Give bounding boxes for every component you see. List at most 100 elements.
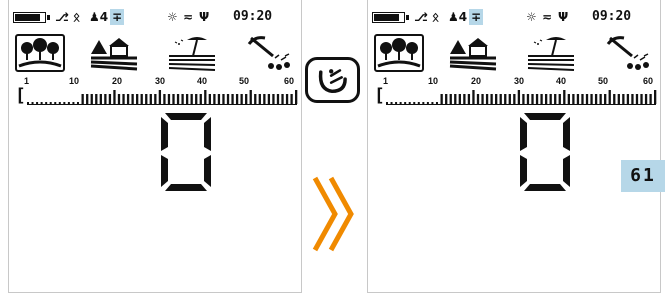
scale-segment: [504, 94, 507, 104]
scale-segment: [599, 94, 602, 104]
scale-segment: [445, 94, 448, 104]
scale-segment: [176, 94, 180, 104]
scale-segment: [399, 102, 402, 104]
target-id-badge: 61: [621, 160, 665, 192]
scale-segment: [263, 94, 266, 104]
scale-segment: [413, 102, 416, 104]
mode-row: [368, 34, 660, 74]
mode-row: [9, 34, 301, 74]
scale-baseline: [27, 104, 297, 105]
scale-segment: [395, 102, 398, 104]
scale-segment: [281, 94, 284, 104]
battery-icon: [372, 12, 409, 23]
scale-segment: [290, 94, 293, 104]
scale-segment: [126, 94, 130, 104]
scale-segment: [490, 94, 493, 104]
person-count: 4: [99, 10, 109, 24]
scale-segment: [27, 102, 29, 104]
scale-segment: [613, 94, 616, 104]
scale-segment: [86, 94, 89, 104]
scale-segment: [235, 94, 239, 104]
scale-segment: [245, 94, 248, 104]
depth-digit: [161, 113, 211, 191]
scale-segment: [40, 102, 43, 104]
scale-segment: [72, 102, 75, 104]
scale-segment: [208, 94, 211, 104]
scale-segment: [76, 102, 79, 104]
scale-segment: [276, 94, 280, 104]
screen-before: ⎇ ᛟ ♟4 ∓ ☼ ≂ Ψ 09:20 1 10 20 30 40 50 60…: [8, 0, 302, 293]
depth-digit: [520, 113, 570, 191]
scale-segment: [199, 94, 202, 104]
scale-segment: [458, 94, 461, 104]
scale-segment: [81, 94, 84, 104]
scale-segment: [172, 94, 175, 104]
scale-segment: [136, 94, 139, 104]
scale-segment: [267, 94, 271, 104]
person-count: 4: [458, 10, 468, 24]
scale-segment: [435, 102, 438, 104]
beach-mode-icon[interactable]: [526, 34, 576, 72]
scale-segment: [513, 94, 516, 104]
scale-segment: [190, 94, 193, 104]
scale-segment: [131, 94, 134, 104]
scale-segment: [58, 102, 61, 104]
scale-segment: [517, 90, 521, 104]
scale-segment: [258, 94, 261, 104]
scale-segment: [640, 94, 643, 104]
scale-segment: [185, 94, 189, 104]
scale-segment: [295, 90, 298, 104]
scale-segment: [95, 94, 98, 104]
depth-display: [368, 111, 660, 195]
scale-segment: [631, 94, 634, 104]
scale-segment: [63, 102, 66, 104]
scale-segment: [181, 94, 184, 104]
scale-segment: [240, 94, 243, 104]
field-mode-icon[interactable]: [89, 34, 139, 72]
scale-segment: [576, 94, 580, 104]
scale-segment: [594, 94, 598, 104]
prospecting-mode-icon[interactable]: [243, 34, 293, 72]
vibration-icon: ≂: [542, 10, 553, 24]
clock: 09:20: [592, 9, 632, 24]
scale-segment: [204, 90, 207, 104]
scale-segment: [522, 94, 525, 104]
scale-segment: [213, 94, 216, 104]
scale-segment: [149, 94, 152, 104]
pinpoint-button-icon[interactable]: [305, 57, 360, 103]
scale-segment: [535, 94, 539, 104]
park-mode-icon[interactable]: [374, 34, 424, 72]
scale-bars: [386, 90, 657, 105]
bluetooth-icon: ᛟ: [432, 10, 440, 24]
scale-segment: [617, 94, 620, 104]
scale-segment: [99, 94, 102, 104]
scale-segment: [604, 94, 607, 104]
scale-segment: [485, 94, 489, 104]
scale-segment: [608, 90, 611, 104]
scale-segment: [654, 90, 657, 104]
scale-segment: [231, 94, 234, 104]
field-mode-icon[interactable]: [448, 34, 498, 72]
scale-segment: [472, 90, 475, 104]
prospecting-mode-icon[interactable]: [602, 34, 652, 72]
discrimination-scale: 1 10 20 30 40 50 60 [: [372, 76, 658, 110]
park-mode-icon[interactable]: [15, 34, 65, 72]
scale-segment: [285, 94, 289, 104]
scale-baseline: [386, 104, 656, 105]
scale-segment: [508, 94, 511, 104]
scale-segment: [254, 94, 257, 104]
scale-segment: [540, 94, 543, 104]
scale-segment: [431, 102, 434, 104]
scale-segment: [36, 102, 39, 104]
headphones-icon: ⎇: [55, 10, 69, 24]
beach-mode-icon[interactable]: [167, 34, 217, 72]
scale-segment: [572, 94, 575, 104]
scale-segment: [558, 94, 561, 104]
scale-segment: [499, 94, 502, 104]
scale-segment: [117, 94, 121, 104]
scale-segment: [390, 102, 393, 104]
scale-segment: [626, 94, 630, 104]
scale-segment: [585, 94, 589, 104]
headphones-icon: ⎇: [414, 10, 428, 24]
scale-segment: [581, 94, 584, 104]
